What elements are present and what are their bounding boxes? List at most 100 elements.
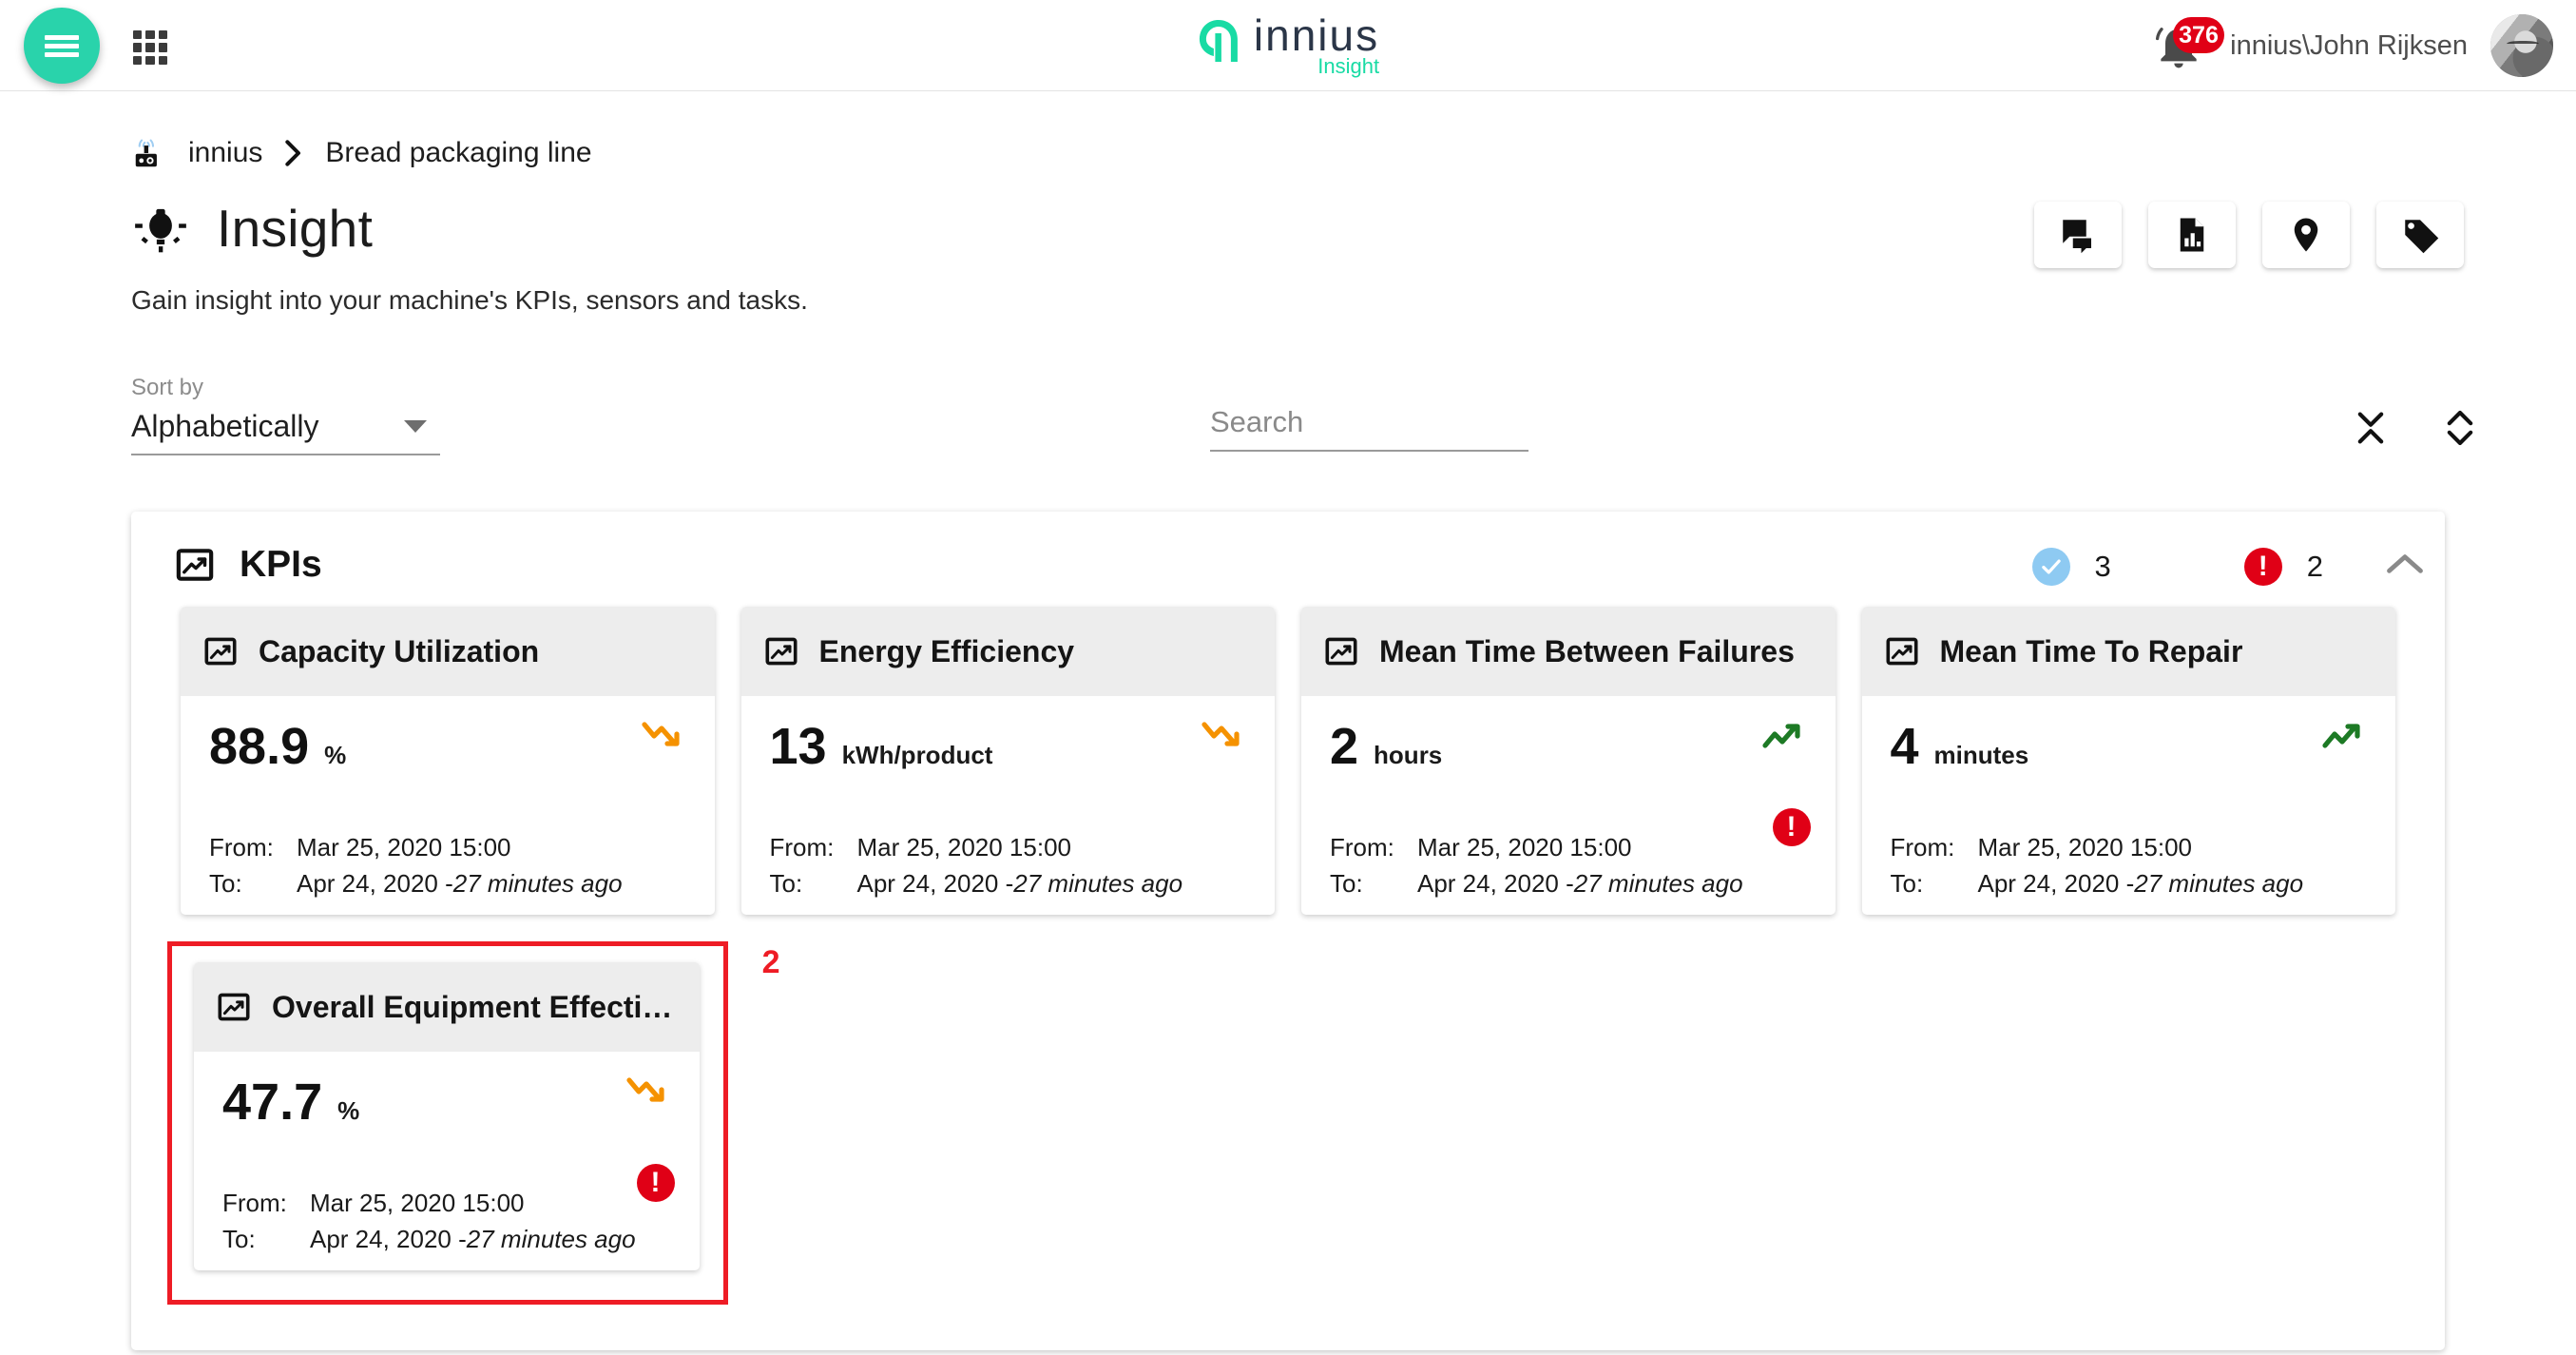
kpi-value-row: 47.7% (222, 1076, 671, 1128)
tag-icon (2400, 215, 2440, 255)
chat-bubbles-icon (2058, 215, 2098, 255)
kpi-card-title: Overall Equipment Effective… (272, 990, 677, 1025)
innius-logo[interactable]: innius Insight (1197, 13, 1379, 78)
tags-button[interactable] (2376, 202, 2464, 268)
breadcrumb-item-innius[interactable]: innius (188, 137, 262, 169)
location-pin-icon (2286, 215, 2326, 255)
kpi-card-slot: Mean Time To Repair4minutesFrom:Mar 25, … (1849, 607, 2410, 949)
kpi-card-slot: Overall Equipment Effective… 47.7% From:Ma… (167, 949, 728, 1314)
kpi-card-body: 4minutesFrom:Mar 25, 2020 15:00To:Apr 24… (1862, 696, 2396, 915)
logo-wordmark: innius (1254, 13, 1379, 57)
kpi-to-label: To: (222, 1221, 310, 1257)
apps-grid-icon[interactable] (133, 30, 167, 65)
kpi-to-relative: 27 minutes ago (467, 1221, 636, 1257)
kpi-card-body: 47.7% From:Mar 25, 2020 15:00To:Apr 24, 2… (194, 1052, 700, 1270)
kpi-card[interactable]: Capacity Utilization 88.9%From:Mar 25, 20… (181, 607, 715, 915)
machine-sensor-icon (131, 135, 167, 171)
search-field[interactable] (1210, 405, 1528, 452)
kpi-card-slot: Energy Efficiency 13 kWh/product From:Mar 2… (728, 607, 1289, 949)
ok-status-count: 3 (2032, 548, 2111, 586)
kpis-panel-title: KPIs (240, 544, 322, 586)
ok-count-label: 3 (2095, 550, 2111, 584)
panel-collapse-toggle[interactable] (2384, 550, 2426, 583)
kpi-card-header: Overall Equipment Effective… (194, 962, 700, 1052)
kpi-card-header: Capacity Utilization (181, 607, 715, 696)
kpi-value: 2 (1330, 721, 1358, 772)
kpi-card-title: Mean Time To Repair (1940, 634, 2243, 669)
kpi-from-label: From: (1330, 829, 1417, 865)
kpi-to-label: To: (1330, 865, 1417, 901)
kpi-card-body: 13 kWh/product From:Mar 25, 2020 15:00To:A… (741, 696, 1276, 915)
kpi-chart-icon (217, 990, 251, 1024)
page-title: Insight (217, 198, 373, 259)
chevron-right-icon (283, 139, 304, 167)
kpi-to-relative: 27 minutes ago (2134, 865, 2303, 901)
kpi-date-range: From:Mar 25, 2020 15:00To:Apr 24, 2020 -… (770, 829, 1247, 901)
kpi-value-row: 2hours (1330, 721, 1807, 772)
kpi-from-label: From: (209, 829, 297, 865)
hamburger-menu-button[interactable] (24, 8, 100, 84)
kpi-card-header: Mean Time Between Failures (1301, 607, 1836, 696)
reports-button[interactable] (2148, 202, 2236, 268)
controls-row: Sort by Alphabetically (131, 375, 2576, 479)
logo-product-name: Insight (1317, 55, 1379, 78)
kpi-chart-icon (1885, 634, 1919, 668)
innius-mark-icon (1197, 17, 1240, 69)
kpi-card-slot: Capacity Utilization 88.9%From:Mar 25, 20… (167, 607, 728, 949)
sort-by-select[interactable]: Sort by Alphabetically (131, 375, 440, 455)
kpi-to-label: To: (1891, 865, 1978, 901)
alert-circle-icon: ! (2244, 548, 2282, 586)
collapse-all-icon[interactable] (2350, 403, 2392, 453)
comments-button[interactable] (2034, 202, 2122, 268)
kpi-alert-badge: ! (637, 1164, 675, 1202)
kpi-card[interactable]: Overall Equipment Effective… 47.7% From:Ma… (194, 962, 700, 1270)
kpi-value: 4 (1891, 721, 1919, 772)
breadcrumb-item-machine[interactable]: Bread packaging line (325, 137, 591, 169)
user-avatar[interactable] (2490, 14, 2553, 77)
kpi-from-value: Mar 25, 2020 15:00 (1417, 829, 1632, 865)
kpi-value-row: 4 minutes (1891, 721, 2368, 772)
kpi-chart-icon (764, 634, 798, 668)
kpi-card[interactable]: Mean Time Between Failures 2hours From:Mar… (1301, 607, 1836, 915)
kpi-card-body: 2hours From:Mar 25, 2020 15:00To:Apr 24, … (1301, 696, 1836, 915)
kpi-to-relative: 27 minutes ago (1013, 865, 1182, 901)
kpis-panel: KPIs 3 ! 2 Capacity Utilization 88.9%From… (131, 512, 2445, 1350)
trend-down-icon (625, 1073, 671, 1115)
annotation-number: 2 (762, 944, 780, 981)
kpi-unit: minutes (1934, 741, 2029, 770)
kpi-from-value: Mar 25, 2020 15:00 (1978, 829, 2193, 865)
kpi-value: 13 (770, 721, 827, 772)
location-button[interactable] (2262, 202, 2350, 268)
breadcrumb: innius Bread packaging line (131, 135, 2576, 171)
kpi-card-title: Capacity Utilization (259, 634, 539, 669)
alert-count-label: 2 (2307, 550, 2323, 584)
kpi-to-value: Apr 24, 2020 - (310, 1221, 467, 1257)
alert-status-count: ! 2 (2244, 548, 2323, 586)
trend-down-icon (1201, 717, 1246, 760)
kpi-from-value: Mar 25, 2020 15:00 (310, 1185, 525, 1221)
page-content: innius Bread packaging line Insight Gain… (0, 135, 2576, 1350)
kpi-card-header: Energy Efficiency (741, 607, 1276, 696)
kpi-value: 88.9 (209, 721, 309, 772)
notifications-button[interactable]: 376 (2152, 19, 2205, 72)
kpi-to-label: To: (770, 865, 857, 901)
kpi-card-body: 88.9%From:Mar 25, 2020 15:00To:Apr 24, 2… (181, 696, 715, 915)
kpi-date-range: From:Mar 25, 2020 15:00To:Apr 24, 2020 -… (209, 829, 686, 901)
kpi-card[interactable]: Energy Efficiency 13 kWh/product From:Mar 2… (741, 607, 1276, 915)
kpi-alert-badge: ! (1773, 808, 1811, 846)
kpi-to-relative: 27 minutes ago (1574, 865, 1743, 901)
username-label[interactable]: innius\John Rijksen (2230, 30, 2468, 62)
kpi-to-value: Apr 24, 2020 - (1978, 865, 2135, 901)
kpi-from-value: Mar 25, 2020 15:00 (857, 829, 1072, 865)
kpi-unit: kWh/product (842, 741, 993, 770)
expand-all-icon[interactable] (2439, 403, 2481, 453)
kpi-to-value: Apr 24, 2020 - (857, 865, 1014, 901)
hamburger-menu-icon (45, 35, 79, 40)
kpi-card[interactable]: Mean Time To Repair4minutesFrom:Mar 25, … (1862, 607, 2396, 915)
search-input[interactable] (1210, 405, 1528, 452)
document-chart-icon (2172, 215, 2212, 255)
kpi-card-slot: Mean Time Between Failures 2hours From:Mar… (1288, 607, 1849, 949)
kpi-from-label: From: (222, 1185, 310, 1221)
kpis-panel-header[interactable]: KPIs 3 ! 2 (131, 512, 2445, 607)
kpi-date-range: From:Mar 25, 2020 15:00To:Apr 24, 2020 -… (1330, 829, 1807, 901)
